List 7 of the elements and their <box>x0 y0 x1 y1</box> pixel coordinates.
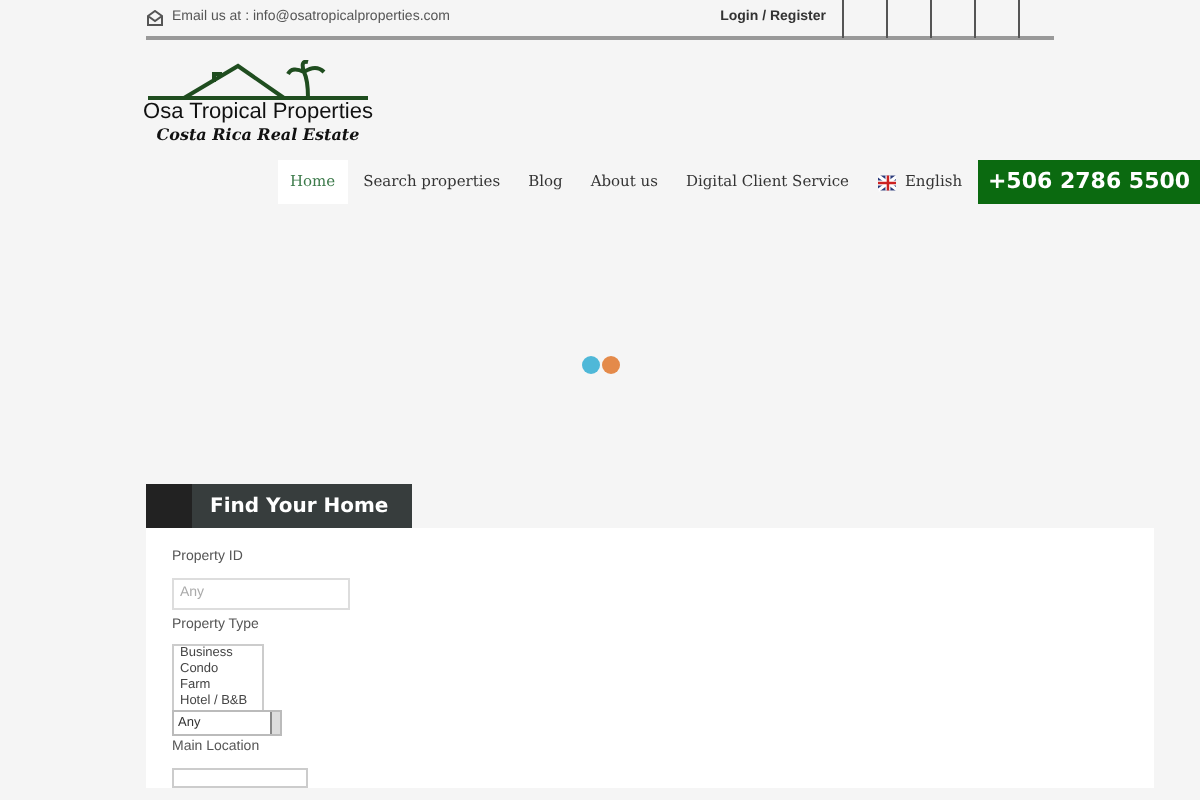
tab-accent <box>146 484 192 528</box>
phone-button[interactable]: +506 2786 5500 <box>978 160 1200 204</box>
mail-icon <box>146 10 164 26</box>
logo-name: Osa Tropical Properties <box>143 100 373 124</box>
flag-icon <box>877 173 897 191</box>
house-palm-logo-icon <box>148 60 368 100</box>
logo-tagline: Costa Rica Real Estate <box>156 124 360 144</box>
